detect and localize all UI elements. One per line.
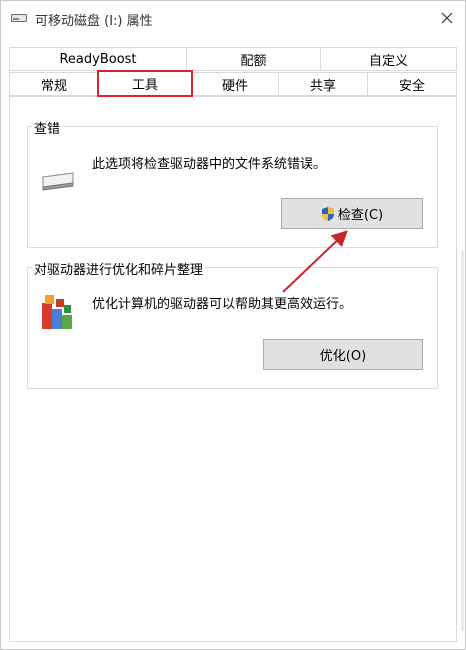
drive-icon — [11, 14, 27, 22]
tab-strip: ReadyBoost 配额 自定义 常规 工具 硬件 共享 安全 — [1, 45, 465, 97]
window-title: 可移动磁盘 (I:) 属性 — [35, 14, 153, 29]
optimize-group-title: 对驱动器进行优化和碎片整理 — [32, 259, 206, 278]
properties-window: 可移动磁盘 (I:) 属性 ReadyBoost 配额 自定义 常规 工具 硬件… — [0, 0, 466, 650]
error-check-group-title: 查错 — [32, 118, 63, 137]
optimize-description: 优化计算机的驱动器可以帮助其更高效运行。 — [92, 297, 353, 312]
tab-hardware[interactable]: 硬件 — [191, 72, 279, 96]
tab-security[interactable]: 安全 — [367, 72, 457, 96]
error-check-group — [27, 126, 438, 248]
tools-tab-panel: 查错 此选项将检查驱动器中的文件系统错误。 检查(C) 对驱动器进行优化和碎片整… — [9, 96, 457, 642]
drive-icon — [42, 172, 74, 191]
tab-quota[interactable]: 配额 — [186, 47, 321, 71]
tab-customize[interactable]: 自定义 — [320, 47, 457, 71]
tab-sharing[interactable]: 共享 — [278, 72, 368, 96]
optimize-button-label: 优化(O) — [319, 349, 367, 364]
tab-readyboost[interactable]: ReadyBoost — [9, 47, 187, 71]
check-button-label: 检查(C) — [337, 208, 384, 223]
optimize-group — [27, 267, 438, 389]
shield-icon — [321, 206, 334, 221]
title-bar: 可移动磁盘 (I:) 属性 — [1, 1, 465, 37]
error-check-description: 此选项将检查驱动器中的文件系统错误。 — [92, 157, 327, 172]
check-button[interactable]: 检查(C) — [281, 198, 423, 229]
close-button[interactable] — [433, 5, 461, 31]
defrag-icon — [42, 295, 72, 329]
scroll-edge — [461, 251, 464, 631]
tab-tools[interactable]: 工具 — [98, 70, 192, 97]
tab-general[interactable]: 常规 — [9, 72, 99, 96]
close-icon — [441, 12, 453, 24]
optimize-button[interactable]: 优化(O) — [263, 339, 423, 370]
